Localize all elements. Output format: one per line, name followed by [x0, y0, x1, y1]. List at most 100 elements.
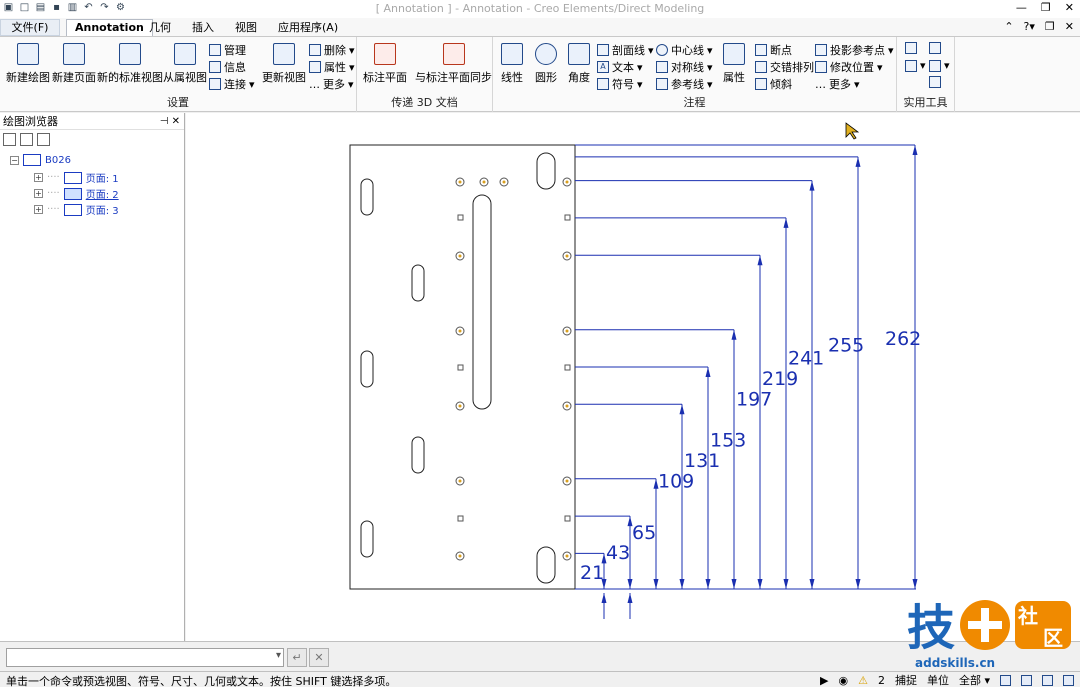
more-settings-button[interactable]: … 更多 ▾	[309, 76, 354, 92]
dimension-label[interactable]: 219	[762, 368, 798, 390]
restore-doc-icon[interactable]: ❐	[1045, 20, 1055, 33]
unit-button[interactable]: 单位	[927, 672, 949, 687]
restore-icon[interactable]: ❐	[1041, 1, 1051, 14]
utility-tool-5[interactable]	[929, 76, 941, 88]
break-button[interactable]: 断点	[755, 42, 792, 58]
dimension-label[interactable]: 65	[632, 522, 656, 544]
slot[interactable]	[360, 350, 374, 388]
info-button[interactable]: 信息	[209, 59, 246, 75]
dependent-view-button[interactable]: 从属视图	[163, 43, 207, 85]
more-annotation-button[interactable]: … 更多 ▾	[815, 76, 860, 92]
view-icon[interactable]	[1021, 674, 1032, 686]
symbol-button[interactable]: 符号 ▾	[597, 76, 643, 92]
tree-page-2[interactable]: + ···· 页面: 2	[34, 186, 119, 201]
collapse-ribbon-icon[interactable]: ⌃	[1004, 20, 1013, 33]
dimension-label[interactable]: 109	[658, 470, 694, 492]
capture-button[interactable]: 捕捉	[895, 672, 917, 687]
projection-ref-button[interactable]: 投影参考点 ▾	[815, 42, 894, 58]
view-icon[interactable]	[1063, 674, 1074, 686]
hole[interactable]	[564, 515, 571, 522]
long-slot[interactable]	[472, 194, 492, 410]
enter-button[interactable]: ↵	[287, 648, 307, 667]
cancel-button[interactable]: ✕	[309, 648, 329, 667]
close-doc-icon[interactable]: ✕	[1065, 20, 1074, 33]
hole[interactable]	[564, 214, 571, 221]
utility-tool-2[interactable]	[929, 42, 941, 54]
dimension-label[interactable]: 131	[684, 450, 720, 472]
attributes-button[interactable]: 属性	[723, 43, 745, 85]
utility-tool-3[interactable]: ▾	[905, 59, 926, 72]
hole[interactable]	[457, 515, 464, 522]
dimension-label[interactable]: 43	[606, 542, 630, 564]
new-page-button[interactable]: 新建页面	[52, 43, 96, 85]
tree-view-icon[interactable]	[3, 133, 16, 146]
utility-tool-4[interactable]: ▾	[929, 59, 950, 72]
tree-page-1[interactable]: + ···· 页面: 1	[34, 170, 119, 185]
manage-button[interactable]: 管理	[209, 42, 246, 58]
help-icon[interactable]: ?▾	[1024, 20, 1035, 33]
expand-icon[interactable]: +	[34, 205, 43, 214]
pin-close-icons[interactable]: ⊣ ✕	[160, 113, 180, 130]
record-icon[interactable]: ◉	[838, 674, 848, 687]
hole[interactable]	[564, 364, 571, 371]
tree-root[interactable]: − B026	[10, 154, 71, 166]
update-view-button[interactable]: 更新视图	[262, 43, 306, 85]
angle-dim-button[interactable]: 角度	[568, 43, 590, 85]
radial-dim-button[interactable]: 圆形	[535, 43, 557, 85]
section-line-button[interactable]: 剖面线 ▾	[597, 42, 654, 58]
tab-file[interactable]: 文件(F)	[0, 19, 60, 36]
utility-tool-1[interactable]	[905, 42, 917, 54]
tab-view[interactable]: 视图	[226, 19, 266, 36]
annotation-plane-button[interactable]: 标注平面	[363, 43, 407, 85]
command-input[interactable]: ▾	[6, 648, 284, 667]
dimension-label[interactable]: 197	[736, 388, 772, 410]
properties-button[interactable]: 属性 ▾	[309, 59, 355, 75]
hole[interactable]	[457, 214, 464, 221]
tab-insert[interactable]: 插入	[183, 19, 223, 36]
expand-icon[interactable]: +	[34, 189, 43, 198]
stagger-button[interactable]: 交错排列	[755, 59, 814, 75]
tab-applications[interactable]: 应用程序(A)	[269, 19, 347, 36]
tab-geometry[interactable]: 几何	[140, 19, 180, 36]
linear-dim-button[interactable]: 线性	[501, 43, 523, 85]
tilt-button[interactable]: 倾斜	[755, 76, 792, 92]
drawing-canvas[interactable]: 21 43 65 109 131 153 197 219 241 255 262	[186, 113, 1080, 641]
sync-plane-icon	[442, 43, 465, 65]
sync-plane-button[interactable]: 与标注平面同步	[415, 43, 492, 85]
warning-icon[interactable]: ⚠	[858, 674, 868, 687]
view-icon[interactable]	[1000, 674, 1011, 686]
chevron-down-icon[interactable]: ▾	[276, 650, 281, 661]
close-icon[interactable]: ✕	[1065, 1, 1074, 14]
hole[interactable]	[457, 364, 464, 371]
slot[interactable]	[411, 264, 425, 302]
expand-icon[interactable]: +	[34, 173, 43, 182]
dimension-label[interactable]: 21	[580, 562, 604, 584]
new-drawing-button[interactable]: 新建绘图	[6, 43, 50, 85]
tree-page-3[interactable]: + ···· 页面: 3	[34, 202, 119, 217]
attributes-icon	[723, 43, 745, 65]
center-line-button[interactable]: 中心线 ▾	[656, 42, 713, 58]
filter-icon[interactable]	[20, 133, 33, 146]
symmetry-line-button[interactable]: 对称线 ▾	[656, 59, 713, 75]
modify-position-button[interactable]: 修改位置 ▾	[815, 59, 883, 75]
minimize-icon[interactable]: —	[1016, 1, 1027, 14]
slot[interactable]	[536, 152, 556, 190]
slot[interactable]	[360, 520, 374, 558]
slot[interactable]	[411, 436, 425, 474]
reference-line-button[interactable]: 参考线 ▾	[656, 76, 713, 92]
view-icon[interactable]	[1042, 674, 1053, 686]
play-icon[interactable]: ▶	[820, 674, 828, 687]
text-button[interactable]: A 文本 ▾	[597, 59, 643, 75]
new-standard-view-button[interactable]: 新的标准视图	[97, 43, 163, 85]
delete-button[interactable]: 删除 ▾	[309, 42, 355, 58]
collapse-icon[interactable]: −	[10, 155, 19, 165]
dimension-label[interactable]: 153	[710, 429, 746, 451]
filter-select[interactable]: 全部 ▾	[959, 672, 990, 687]
slot[interactable]	[536, 546, 556, 584]
slot[interactable]	[360, 178, 374, 216]
dimension-label[interactable]: 262	[885, 328, 921, 350]
dimension-label[interactable]: 255	[828, 334, 864, 356]
connect-button[interactable]: 连接 ▾	[209, 76, 255, 92]
copy-icon[interactable]	[37, 133, 50, 146]
dimension-label[interactable]: 241	[788, 347, 824, 369]
